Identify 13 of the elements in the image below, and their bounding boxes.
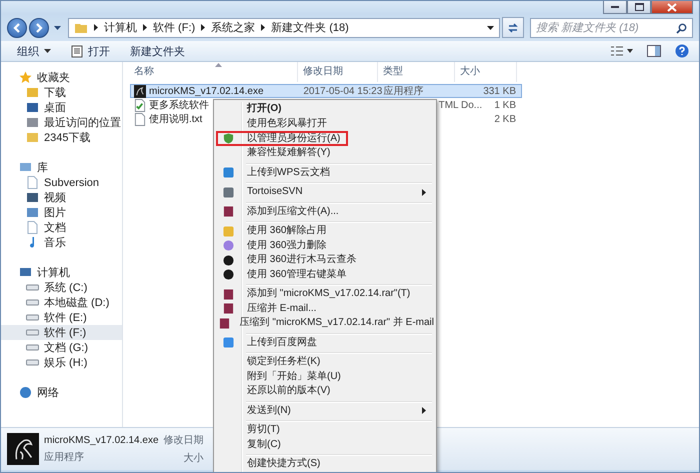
file-name: 更多系统软件 bbox=[149, 98, 209, 112]
file-type: 应用程序 bbox=[383, 84, 424, 98]
details-label: 大小 bbox=[184, 452, 204, 465]
file-date: 2017-05-04 15:23 bbox=[303, 86, 382, 96]
details-file-type: 应用程序 bbox=[44, 450, 85, 464]
file-name: 使用说明.txt bbox=[149, 113, 202, 126]
file-size: 2 KB bbox=[494, 114, 516, 124]
details-file-name: microKMS_v17.02.14.exe bbox=[44, 434, 159, 446]
file-size: 1 KB bbox=[494, 100, 516, 110]
details-label: 修改日期 bbox=[164, 434, 204, 447]
file-name: microKMS_v17.02.14.exe bbox=[149, 86, 264, 96]
file-size: 331 KB bbox=[483, 86, 516, 96]
file-type: TML Do... bbox=[438, 100, 482, 110]
